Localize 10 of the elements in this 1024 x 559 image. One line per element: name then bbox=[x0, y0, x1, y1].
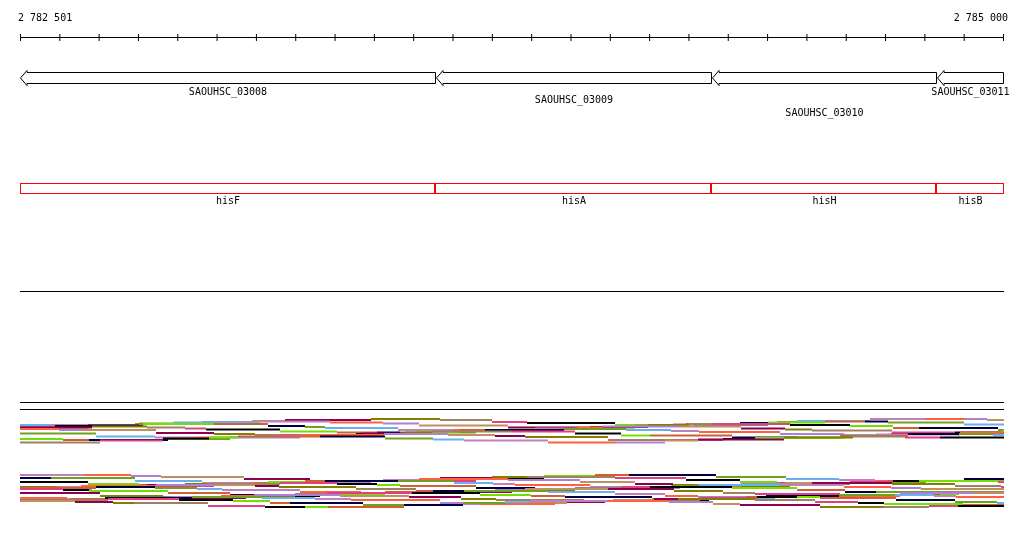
feature-label: hisH bbox=[812, 195, 837, 207]
gene-label: SAOUHSC_03008 bbox=[188, 86, 268, 98]
end-coordinate: 2 785 000 bbox=[953, 12, 1008, 25]
feature-label: hisA bbox=[561, 195, 587, 207]
gene-label: SAOUHSC_03009 bbox=[534, 94, 614, 106]
feature-label: hisF bbox=[215, 195, 241, 207]
gene-label: SAOUHSC_03010 bbox=[785, 107, 864, 119]
start-coordinate: 2 782 501 bbox=[18, 12, 73, 25]
feature-label: hisB bbox=[958, 195, 983, 207]
gene-label: SAOUHSC_03011 bbox=[931, 86, 1010, 98]
